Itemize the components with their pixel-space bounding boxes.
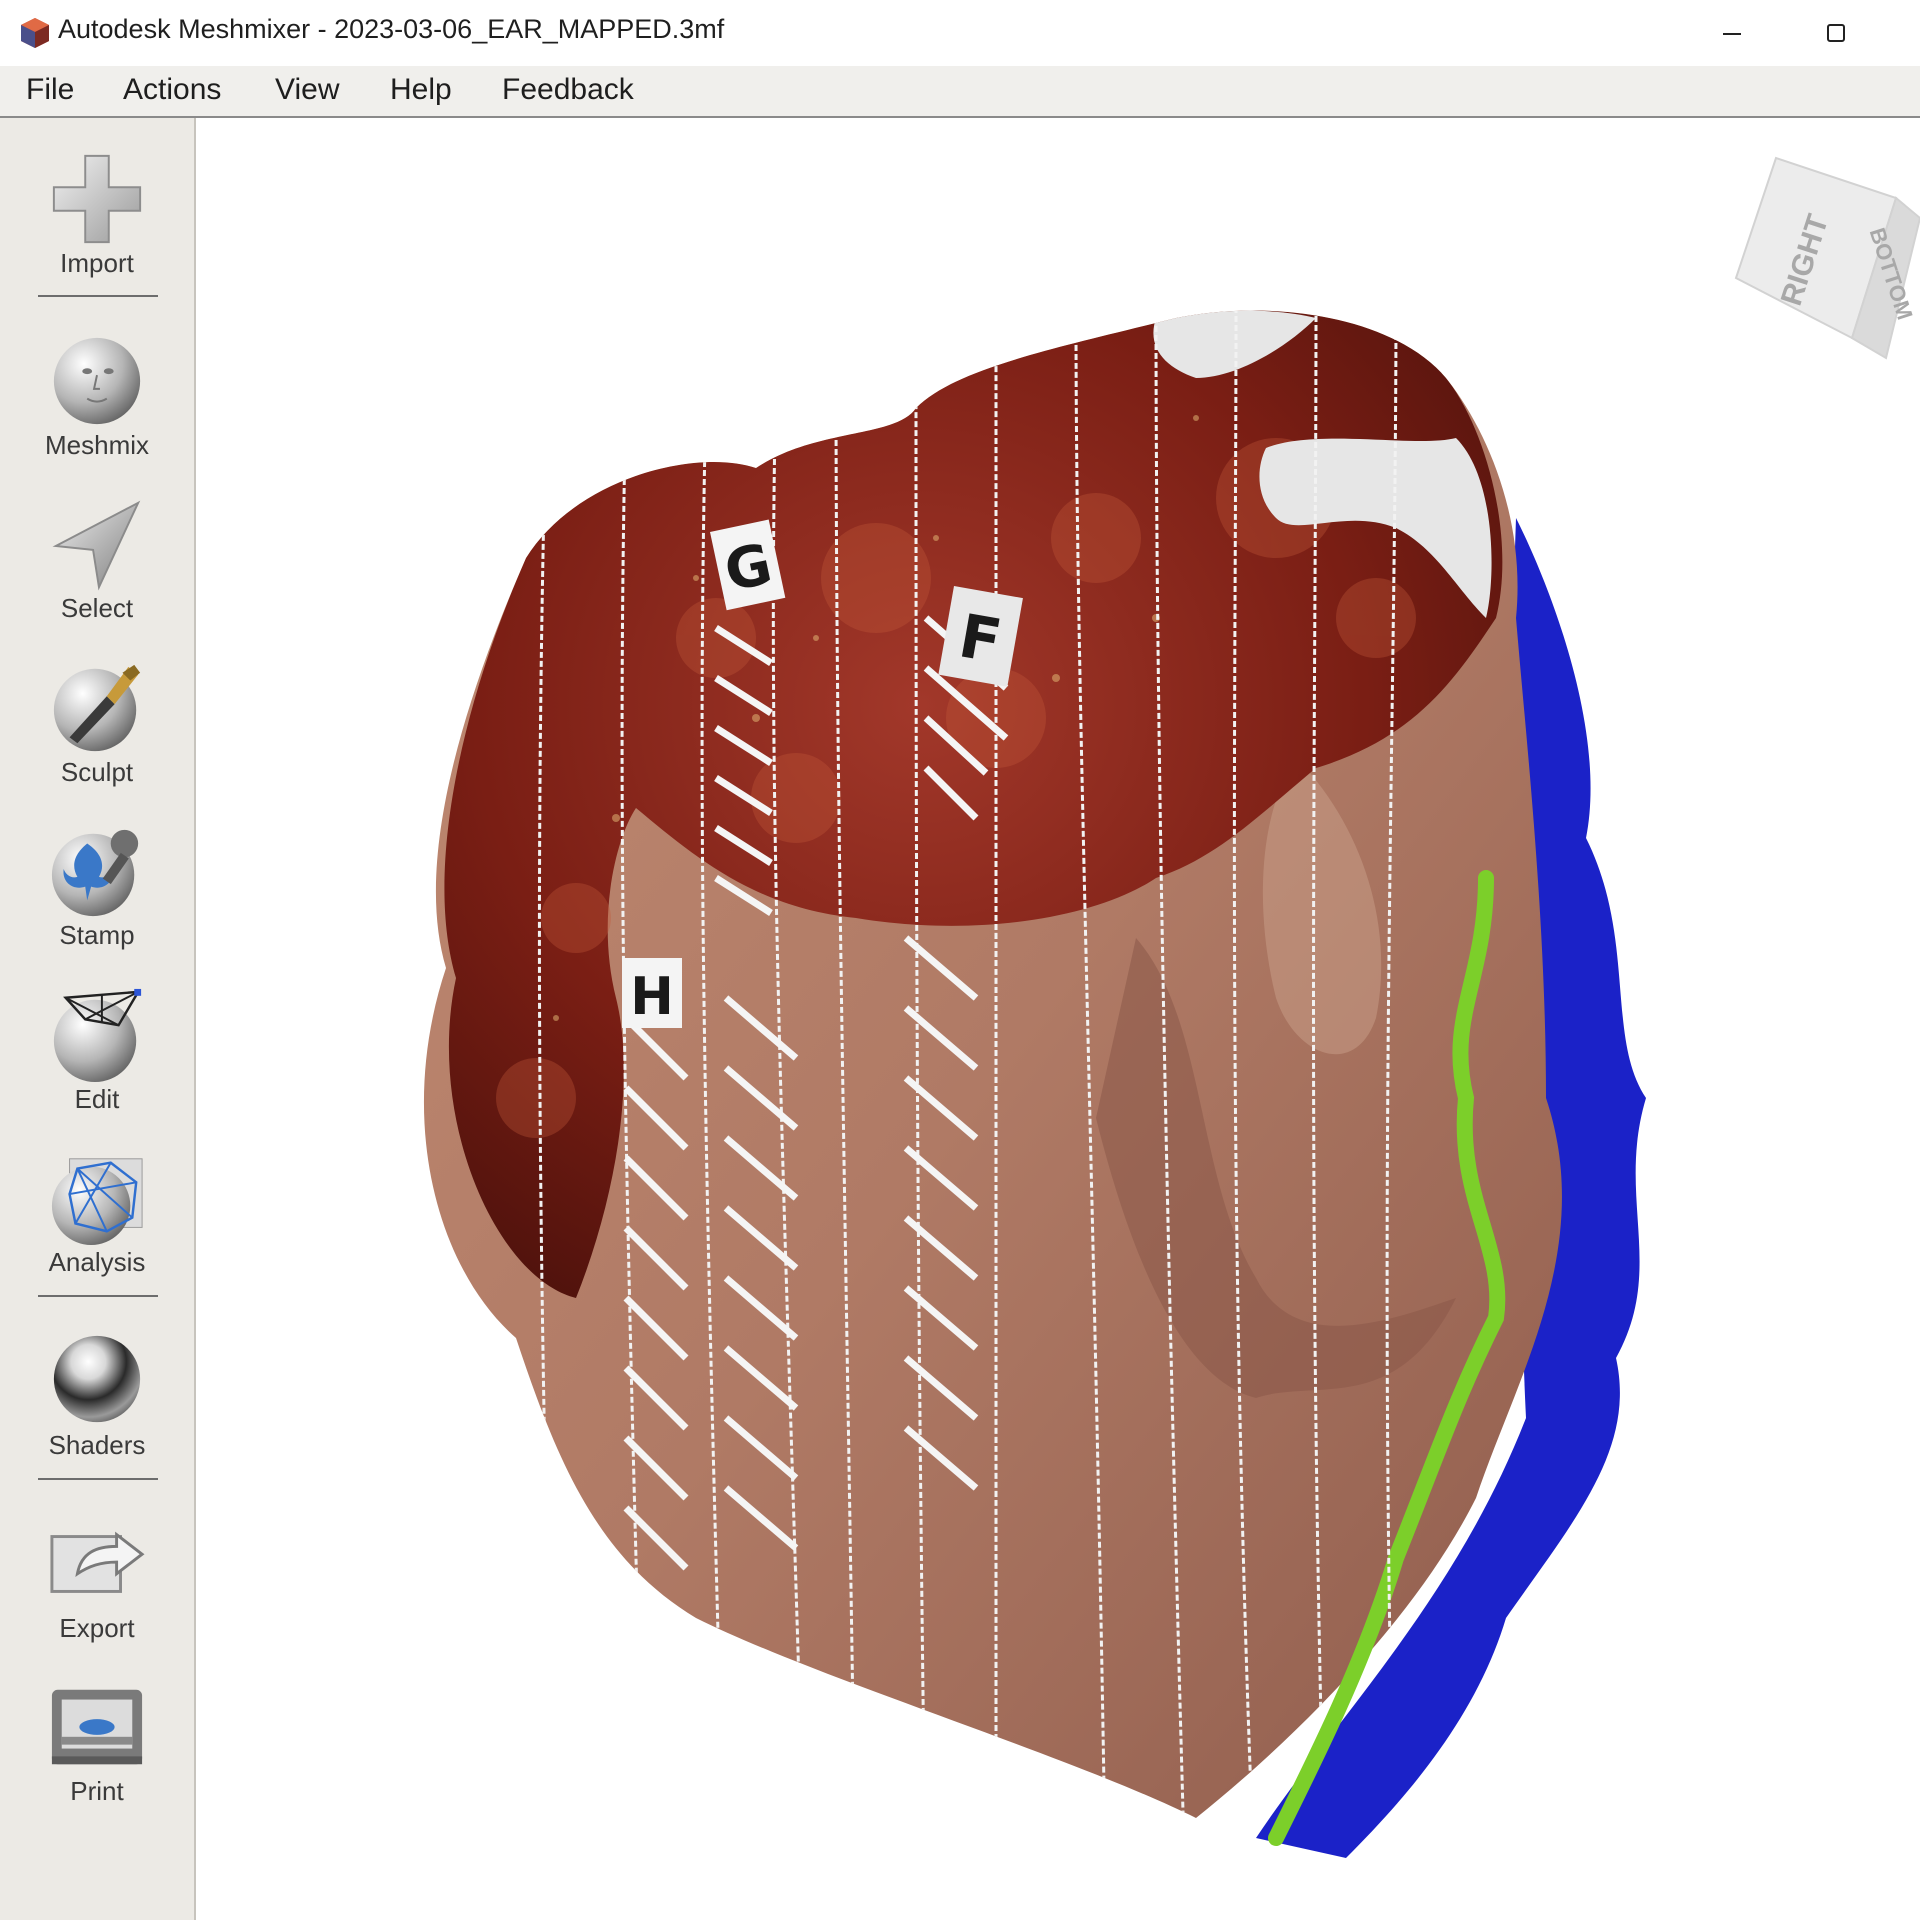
- minimize-button[interactable]: [1702, 10, 1762, 56]
- shaders-button[interactable]: Shaders: [0, 1318, 194, 1468]
- export-icon: [50, 1531, 145, 1593]
- title-bar: Autodesk Meshmixer - 2023-03-06_EAR_MAPP…: [0, 0, 1920, 67]
- analysis-label: Analysis: [48, 1247, 146, 1277]
- menu-view[interactable]: View: [275, 73, 339, 107]
- edit-button[interactable]: Edit: [0, 972, 194, 1122]
- left-toolbar: Import Meshmix Select Sculpt Stamp Edit …: [0, 118, 196, 1920]
- meshmix-button[interactable]: Meshmix: [0, 318, 194, 468]
- marker-h-text: H: [630, 967, 674, 1027]
- marker-h: H: [622, 958, 682, 1028]
- print-label: Print: [70, 1776, 124, 1806]
- toolbar-divider: [38, 1295, 158, 1297]
- analysis-mesh-icon: [51, 1158, 143, 1246]
- shaders-sphere-icon: [53, 1335, 141, 1423]
- view-navigation-cube[interactable]: RIGHT BOTTOM: [1734, 156, 1920, 360]
- print-icon: [51, 1689, 143, 1765]
- stamp-label: Stamp: [59, 920, 135, 950]
- analysis-button[interactable]: Analysis: [0, 1135, 194, 1285]
- edit-mesh-icon: [53, 988, 142, 1083]
- minimize-icon: [1723, 33, 1741, 35]
- maximize-icon: [1827, 24, 1845, 42]
- menu-help[interactable]: Help: [390, 73, 452, 107]
- meshmix-label: Meshmix: [44, 430, 149, 460]
- menu-bar: File Actions View Help Feedback: [0, 66, 1920, 118]
- ear-mesh-scene: G F H RIGHT BOTTOM: [423, 156, 1920, 1858]
- import-button[interactable]: Import: [0, 136, 194, 286]
- menu-file[interactable]: File: [26, 73, 74, 107]
- meshmix-face-icon: [53, 337, 141, 425]
- meshmixer-logo-icon: [21, 18, 49, 48]
- shaders-label: Shaders: [48, 1430, 146, 1460]
- toolbar-divider: [38, 295, 158, 297]
- import-plus-icon: [52, 154, 142, 244]
- stamp-icon: [51, 829, 139, 917]
- menu-actions[interactable]: Actions: [123, 73, 221, 107]
- export-button[interactable]: Export: [0, 1501, 194, 1651]
- select-label: Select: [60, 593, 134, 623]
- import-label: Import: [60, 248, 134, 278]
- maximize-button[interactable]: [1806, 10, 1866, 56]
- menu-feedback[interactable]: Feedback: [502, 73, 634, 107]
- sculpt-button[interactable]: Sculpt: [0, 645, 194, 795]
- sculpt-label: Sculpt: [60, 757, 134, 787]
- toolbar-divider: [38, 1478, 158, 1480]
- export-label: Export: [59, 1613, 135, 1643]
- select-arrow-icon: [52, 500, 141, 591]
- window-title: Autodesk Meshmixer - 2023-03-06_EAR_MAPP…: [58, 14, 725, 44]
- edit-label: Edit: [74, 1084, 120, 1114]
- print-button[interactable]: Print: [0, 1664, 194, 1814]
- 3d-viewport[interactable]: G F H RIGHT BOTTOM: [196, 118, 1920, 1920]
- sculpt-brush-icon: [53, 664, 141, 752]
- stamp-button[interactable]: Stamp: [0, 808, 194, 958]
- select-button[interactable]: Select: [0, 481, 194, 631]
